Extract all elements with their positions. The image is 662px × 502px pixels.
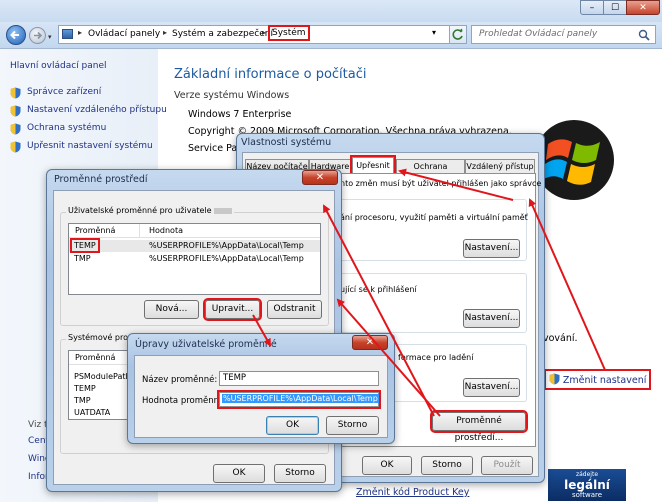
arrow-to-advanced-tab <box>398 168 514 201</box>
arrow-env-to-edit <box>336 298 441 417</box>
annotation-arrows <box>252 168 606 417</box>
arrow-to-env-dialog <box>323 204 435 417</box>
arrow-to-edit-dialog <box>252 314 271 347</box>
arrow-to-advanced-settings <box>528 198 606 371</box>
